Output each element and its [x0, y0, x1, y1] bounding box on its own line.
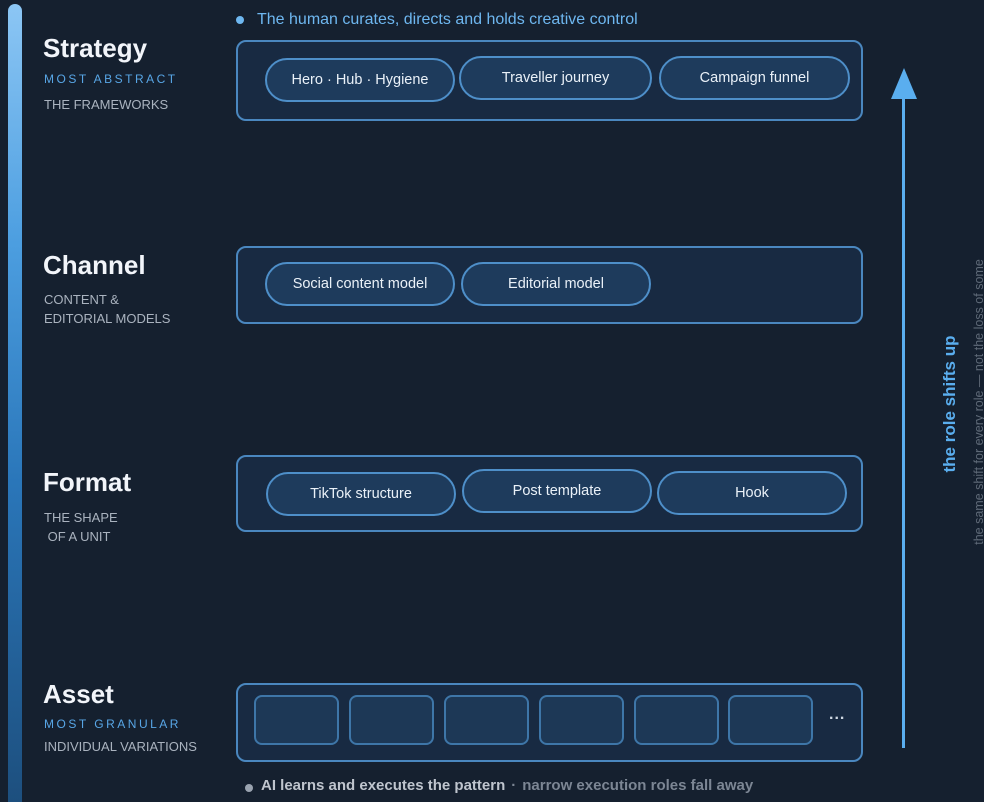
level-title-asset: Asset	[43, 679, 114, 709]
level-title-format: Format	[43, 467, 132, 497]
level-desc-format: THE SHAPE OF A UNIT	[44, 510, 118, 544]
level-title-channel: Channel	[43, 250, 146, 280]
pill-editorial-model[interactable]: Editorial model	[461, 262, 651, 306]
strategy-panel: Hero · Hub · Hygiene Traveller journey C…	[236, 40, 863, 121]
role-shift-caption: the same shift for every role — not the …	[972, 259, 984, 545]
level-desc-strategy: THE FRAMEWORKS	[44, 97, 169, 112]
level-desc-channel: CONTENT & EDITORIAL MODELS	[44, 292, 171, 326]
level-tag-strategy: MOST ABSTRACT	[44, 72, 178, 86]
bottom-note-separator: ·	[511, 777, 517, 794]
asset-tile[interactable]	[634, 695, 719, 745]
pill-traveller-journey[interactable]: Traveller journey	[459, 56, 652, 100]
pill-hook[interactable]: Hook	[657, 471, 847, 515]
asset-tile[interactable]	[349, 695, 434, 745]
asset-tile[interactable]	[254, 695, 339, 745]
top-note-text: The human curates, directs and holds cre…	[257, 11, 638, 28]
top-note: The human curates, directs and holds cre…	[236, 11, 638, 29]
bottom-note: AI learns and executes the pattern · nar…	[245, 777, 753, 794]
abstraction-gradient-bar	[8, 4, 22, 802]
asset-tile[interactable]	[728, 695, 813, 745]
pill-tiktok-structure[interactable]: TikTok structure	[266, 472, 456, 516]
level-title-strategy: Strategy	[43, 33, 148, 63]
bottom-note-strong: AI learns and executes the pattern	[261, 777, 506, 794]
pill-campaign-funnel[interactable]: Campaign funnel	[659, 56, 850, 100]
pill-post-template[interactable]: Post template	[462, 469, 652, 513]
bullet-dot-icon	[245, 783, 253, 792]
bottom-note-rest: narrow execution roles fall away	[522, 777, 754, 794]
format-panel: TikTok structure Post template Hook	[236, 455, 863, 532]
pill-social-content-model[interactable]: Social content model	[265, 262, 455, 306]
role-shifts-up-label: the role shifts up	[940, 335, 959, 473]
channel-panel: Social content model Editorial model	[236, 246, 863, 324]
bullet-dot-icon	[236, 16, 244, 24]
asset-tile[interactable]	[444, 695, 529, 745]
more-assets-ellipsis: ...	[829, 706, 846, 723]
pill-hero-hub-hygiene[interactable]: Hero · Hub · Hygiene	[265, 58, 455, 102]
level-desc-asset: INDIVIDUAL VARIATIONS	[44, 739, 197, 754]
upward-arrow-line	[902, 95, 905, 748]
asset-panel: ...	[236, 683, 863, 762]
asset-tile[interactable]	[539, 695, 624, 745]
level-tag-asset: MOST GRANULAR	[44, 717, 181, 731]
